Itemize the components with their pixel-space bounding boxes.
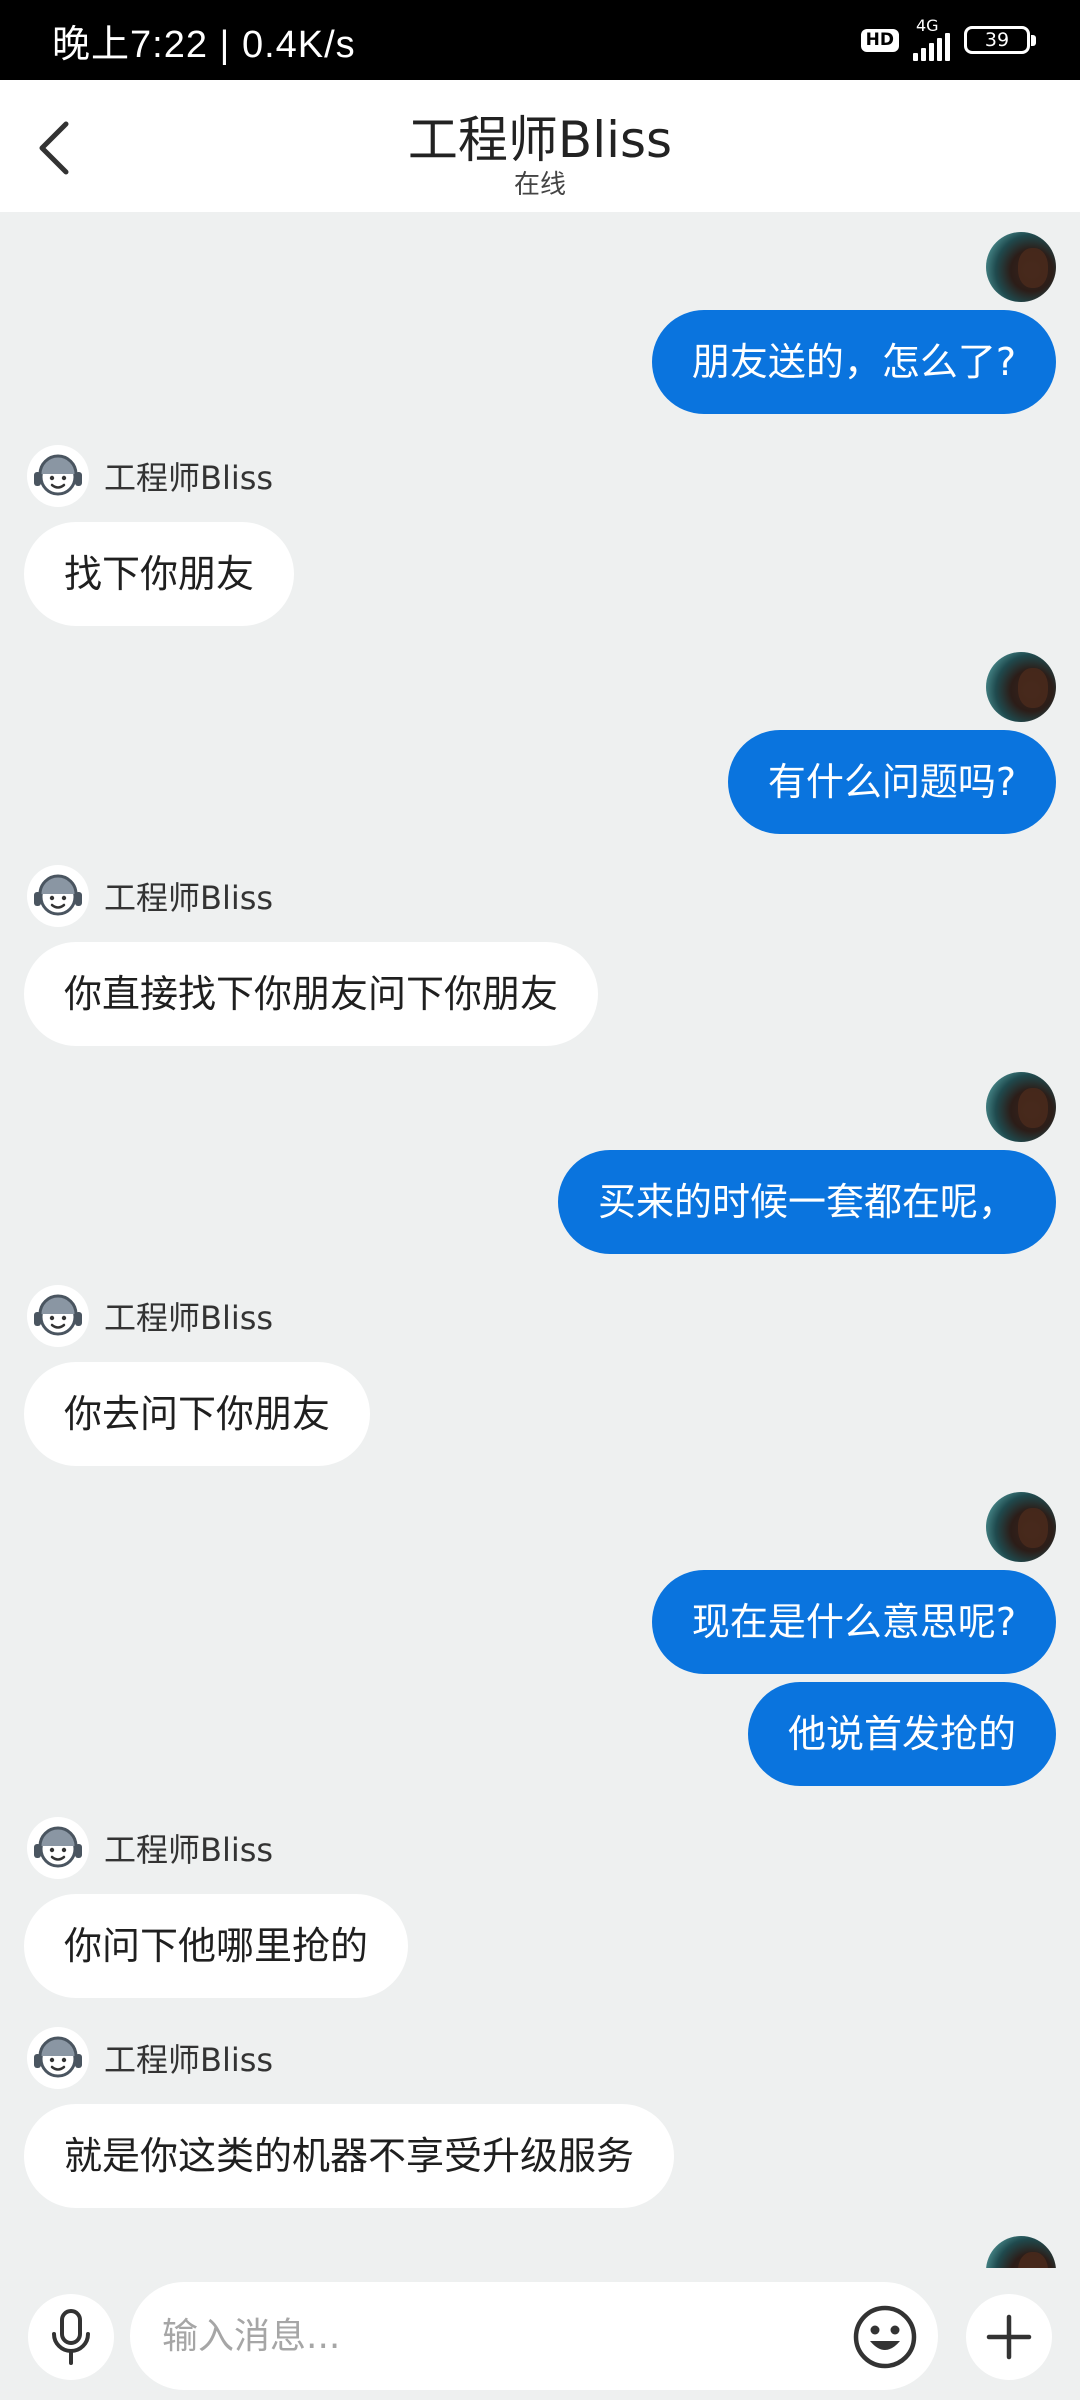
voice-input-button[interactable] [28,2294,114,2380]
page-title: 工程师Bliss [407,111,673,169]
headset-agent-icon[interactable] [26,1284,90,1348]
outgoing-message[interactable]: 他说首发抢的 [747,1682,1056,1786]
agent-header: 工程师Bliss [26,1816,273,1880]
headset-agent-icon[interactable] [26,1816,90,1880]
incoming-message[interactable]: 找下你朋友 [24,522,295,626]
outgoing-message[interactable]: 朋友送的，怎么了? [651,310,1056,414]
outgoing-message[interactable]: 有什么问题吗? [727,730,1056,834]
message-list[interactable]: 朋友送的，怎么了? 工程师Bliss 找下你朋友 有什么问题吗? 工程师Blis… [0,212,1080,2268]
message-input[interactable] [130,2282,938,2390]
my-avatar[interactable] [986,2236,1056,2268]
signal-bars-icon [913,33,950,61]
my-avatar[interactable] [986,652,1056,722]
microphone-icon [52,2309,90,2365]
agent-name: 工程师Bliss [104,1831,274,1869]
more-actions-button[interactable] [966,2294,1052,2380]
agent-name: 工程师Bliss [104,1299,274,1337]
my-avatar[interactable] [986,1072,1056,1142]
chat-header: 工程师Bliss 在线 [0,80,1080,212]
agent-header: 工程师Bliss [26,444,273,508]
network-type-label: 4G [916,16,939,35]
online-status: 在线 [513,170,566,200]
agent-header: 工程师Bliss [26,1284,273,1348]
battery-icon: 39 [964,26,1036,54]
status-icons: HD 4G 39 [860,16,1036,61]
status-time-speed: 晚上7:22 | 0.4K/s [52,23,356,66]
agent-name: 工程师Bliss [104,459,274,497]
agent-name: 工程师Bliss [104,879,274,917]
headset-agent-icon[interactable] [26,444,90,508]
plus-icon [986,2314,1032,2360]
cellular-signal: 4G [913,16,950,61]
headset-agent-icon[interactable] [26,2026,90,2090]
message-input-bar [0,2268,1080,2400]
incoming-message[interactable]: 你去问下你朋友 [24,1362,371,1466]
my-avatar[interactable] [986,1492,1056,1562]
headset-agent-icon[interactable] [26,864,90,928]
status-bar: 晚上7:22 | 0.4K/s HD 4G 39 [0,0,1080,80]
outgoing-message[interactable]: 现在是什么意思呢? [651,1570,1056,1674]
outgoing-message[interactable]: 买来的时候一套都在呢， [557,1150,1056,1254]
agent-name: 工程师Bliss [104,2041,274,2079]
my-avatar[interactable] [986,232,1056,302]
incoming-message[interactable]: 你直接找下你朋友问下你朋友 [24,942,599,1046]
hd-icon: HD [860,28,899,52]
incoming-message[interactable]: 就是你这类的机器不享受升级服务 [24,2104,675,2208]
agent-header: 工程师Bliss [26,864,273,928]
agent-header: 工程师Bliss [26,2026,273,2090]
smiley-icon[interactable] [852,2304,918,2370]
incoming-message[interactable]: 你问下他哪里抢的 [24,1894,409,1998]
battery-level: 39 [984,29,1010,51]
